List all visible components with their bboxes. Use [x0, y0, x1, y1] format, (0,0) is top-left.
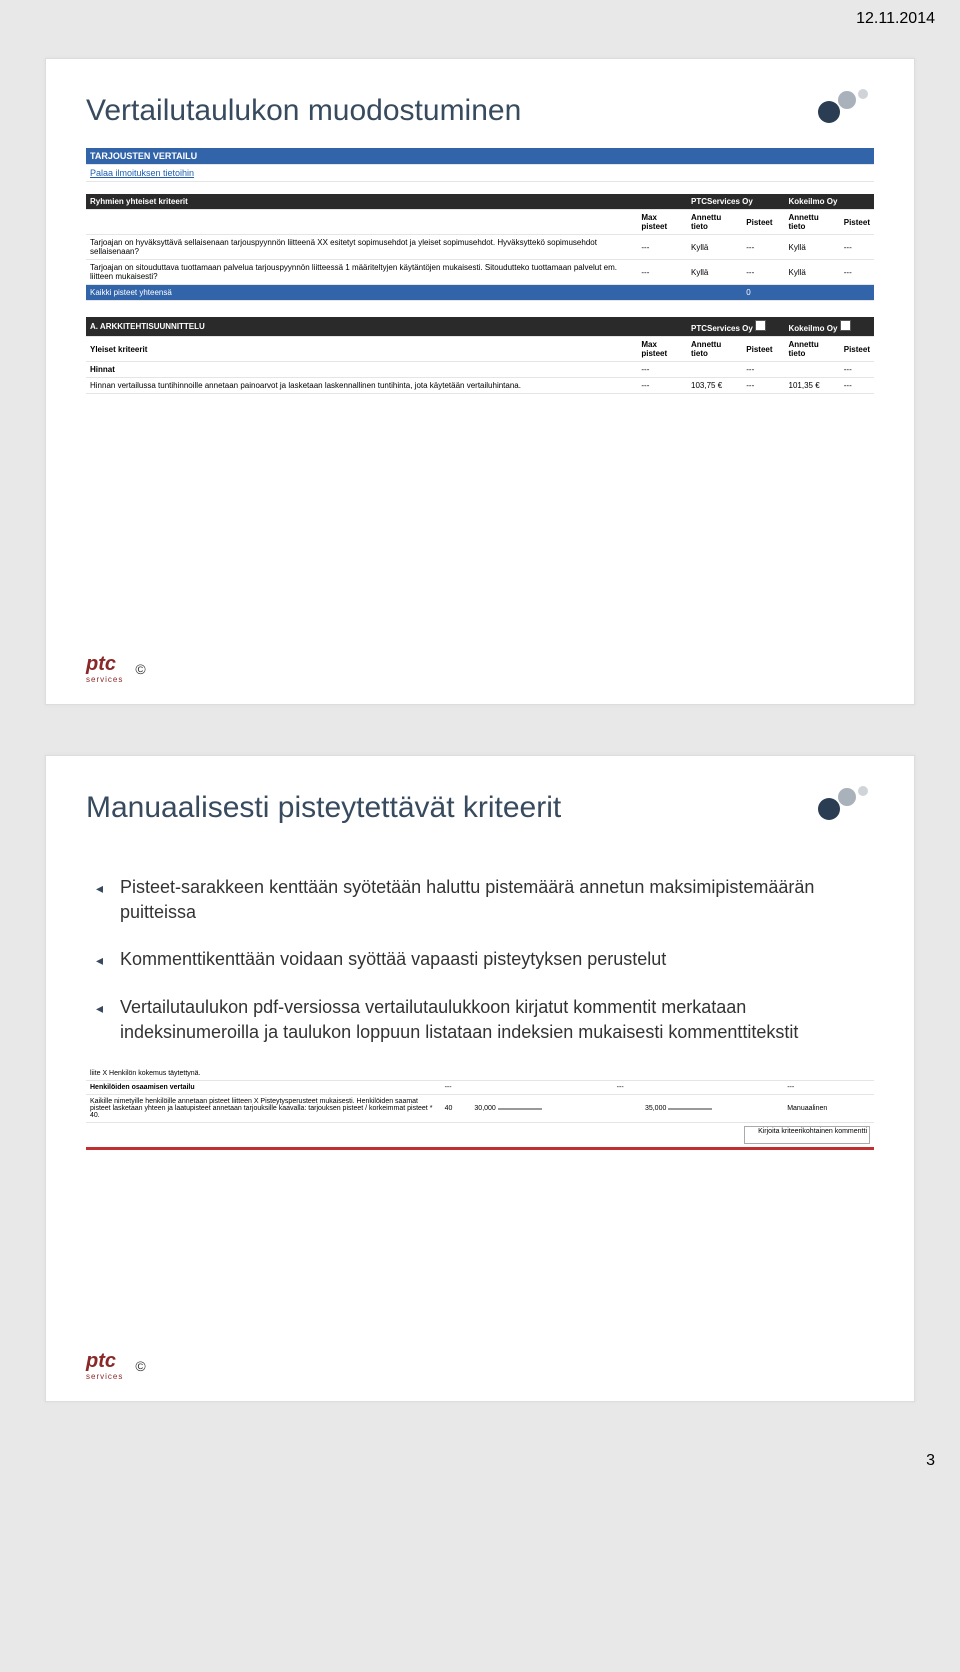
col-max: Max pisteet: [637, 210, 687, 235]
total-row: Kaikki pisteet yhteensä: [86, 285, 637, 301]
row-desc-2: Kaikille nimetyille henkilöille annetaan…: [86, 1094, 441, 1122]
criteria-2: Tarjoajan on sitouduttava tuottamaan pal…: [86, 260, 637, 285]
vendor-2: Kokeilmo Oy: [785, 194, 875, 210]
copyright-icon: ©: [135, 661, 145, 677]
bullet-3: Vertailutaulukon pdf-versiossa vertailut…: [96, 995, 874, 1045]
hinnat-desc: Hinnan vertailussa tuntihinnoille anneta…: [86, 378, 637, 394]
v2-answer-2: Kyllä: [785, 260, 840, 285]
price-1: 103,75 €: [687, 378, 742, 394]
row-desc-1: liite X Henkilön kokemus täytettynä.: [86, 1067, 441, 1081]
copyright-icon-2: ©: [135, 1358, 145, 1374]
col-annettu-2: Annettu tieto: [785, 210, 840, 235]
slide-2: Manuaalisesti pisteytettävät kriteerit P…: [45, 755, 915, 1402]
tbl-header: TARJOUSTEN VERTAILU: [86, 148, 874, 165]
ptc-logo: ptc services ©: [86, 654, 146, 684]
col-pisteet: Pisteet: [742, 210, 776, 235]
v1-answer-2: Kyllä: [687, 260, 742, 285]
vendor-1: PTCServices Oy: [687, 194, 776, 210]
criteria-1: Tarjoajan on hyväksyttävä sellaisenaan t…: [86, 235, 637, 260]
v2-answer-1: Kyllä: [785, 235, 840, 260]
max-val: 40: [441, 1094, 471, 1122]
slide-1: Vertailutaulukon muodostuminen TARJOUSTE…: [45, 58, 915, 705]
bullet-2: Kommenttikenttään voidaan syöttää vapaas…: [96, 947, 874, 972]
page-date: 12.11.2014: [0, 0, 960, 28]
v1-score: 30,000: [470, 1094, 612, 1122]
row-hdr: Henkilöiden osaamisen vertailu: [90, 1084, 195, 1091]
slide-title-2: Manuaalisesti pisteytettävät kriteerit: [86, 791, 874, 825]
bullet-1: Pisteet-sarakkeen kenttään syötetään hal…: [96, 875, 874, 925]
back-link[interactable]: Palaa ilmoituksen tietoihin: [86, 165, 874, 182]
decoration-bubbles: [814, 89, 874, 129]
checkbox-icon[interactable]: [755, 320, 766, 331]
comparison-table: TARJOUSTEN VERTAILU Palaa ilmoituksen ti…: [86, 148, 874, 394]
type-label: Manuaalinen: [783, 1094, 874, 1122]
group-criteria-hdr: Ryhmien yhteiset kriteerit: [86, 194, 637, 210]
ptc-logo-2: ptc services ©: [86, 1351, 146, 1381]
total-val: 0: [742, 285, 776, 301]
hinnat-label: Hinnat: [90, 365, 115, 374]
col-annettu: Annettu tieto: [687, 210, 742, 235]
v1-answer-1: Kyllä: [687, 235, 742, 260]
price-2: 101,35 €: [785, 378, 840, 394]
checkbox-icon[interactable]: [840, 320, 851, 331]
slide-title: Vertailutaulukon muodostuminen: [86, 94, 874, 128]
comment-input[interactable]: Kirjoita kriteerikohtainen kommentti: [744, 1126, 870, 1144]
decoration-bubbles: [814, 786, 874, 826]
section-2-hdr: A. ARKKITEHTISUUNNITTELU: [86, 317, 637, 337]
page-number: 3: [0, 1452, 960, 1485]
scoring-table: liite X Henkilön kokemus täytettynä. Hen…: [86, 1067, 874, 1150]
col-pisteet-2: Pisteet: [840, 210, 874, 235]
yleiset-kriteerit: Yleiset kriteerit: [86, 337, 637, 362]
bullet-list: Pisteet-sarakkeen kenttään syötetään hal…: [86, 845, 874, 1045]
v2-score: 35,000: [641, 1094, 783, 1122]
